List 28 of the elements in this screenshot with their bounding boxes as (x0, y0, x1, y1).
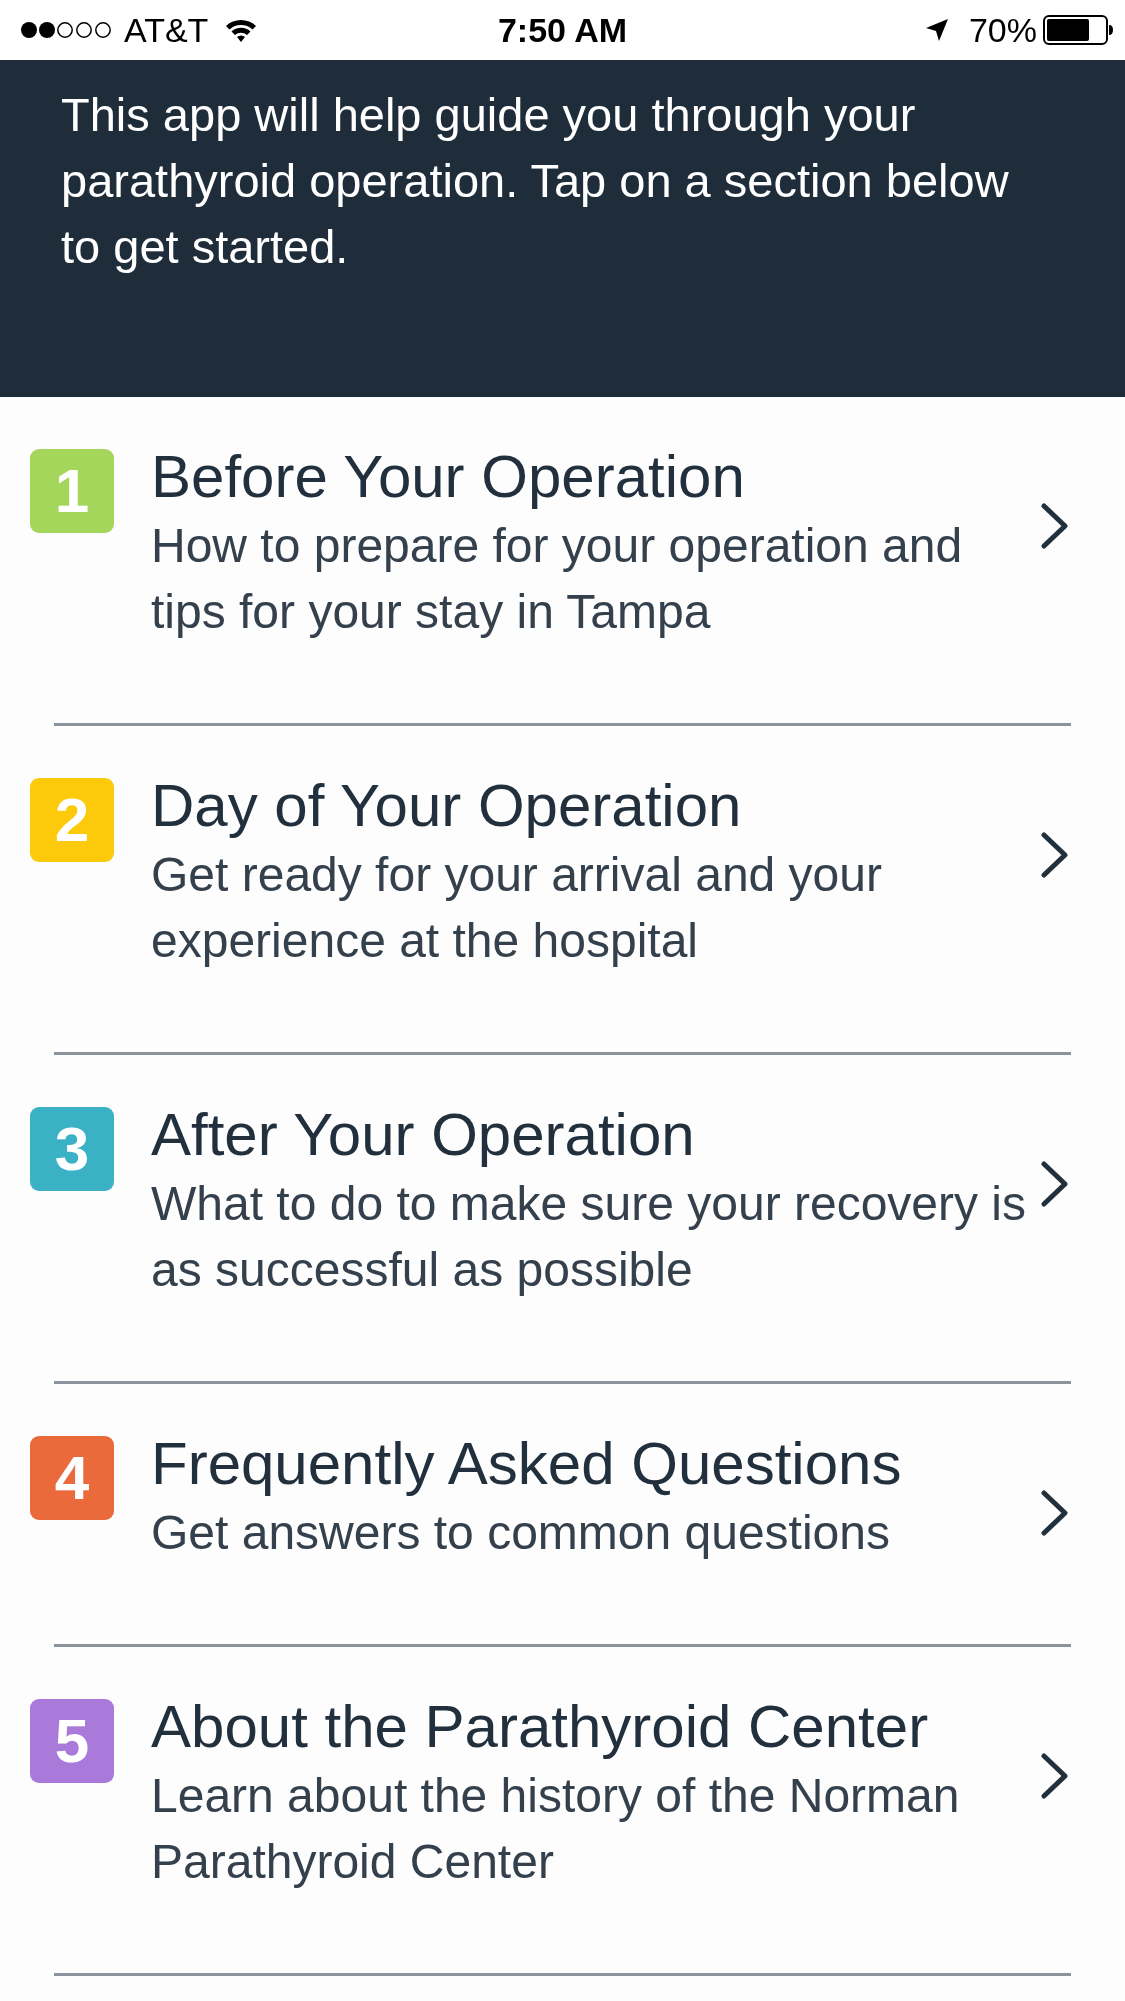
chevron-right-icon (1041, 1490, 1069, 1536)
battery-percent: 70% (968, 10, 1037, 50)
carrier-name: AT&T (124, 10, 209, 50)
section-title: After Your Operation (151, 1100, 696, 1170)
section-description: Get answers to common questions (151, 1505, 891, 1561)
wifi-icon (224, 17, 259, 43)
chevron-right-icon (1041, 1753, 1069, 1799)
number-badge: 2 (30, 778, 114, 862)
number-badge: 1 (30, 449, 114, 533)
intro-text: This app will help guide you through your parathyroid operation. Tap on a section below to get started. (61, 87, 1010, 275)
status-time: 7:50 AM (497, 10, 628, 50)
signal-strength-icon (20, 21, 112, 39)
section-title: About the Parathyroid Center (151, 1692, 930, 1762)
section-description: Get ready for your arrival and your experience at the hospital (151, 847, 883, 969)
section-title: Before Your Operation (151, 442, 746, 512)
chevron-right-icon (1041, 832, 1069, 878)
section-title: Day of Your Operation (151, 771, 743, 841)
section-title: Frequently Asked Questions (151, 1429, 903, 1499)
number-badge: 4 (30, 1436, 114, 1520)
battery-icon (1043, 15, 1113, 45)
number-badge: 3 (30, 1107, 114, 1191)
chevron-right-icon (1041, 503, 1069, 549)
section-description: Learn about the history of the Norman Parathyroid Center (151, 1768, 961, 1890)
section-description: How to prepare for your operation and tips for your stay in Tampa (151, 518, 964, 640)
section-description: What to do to make sure your recovery is as successful as possible (151, 1176, 1027, 1298)
number-badge: 5 (30, 1699, 114, 1783)
chevron-right-icon (1041, 1161, 1069, 1207)
location-arrow-icon (924, 18, 949, 42)
